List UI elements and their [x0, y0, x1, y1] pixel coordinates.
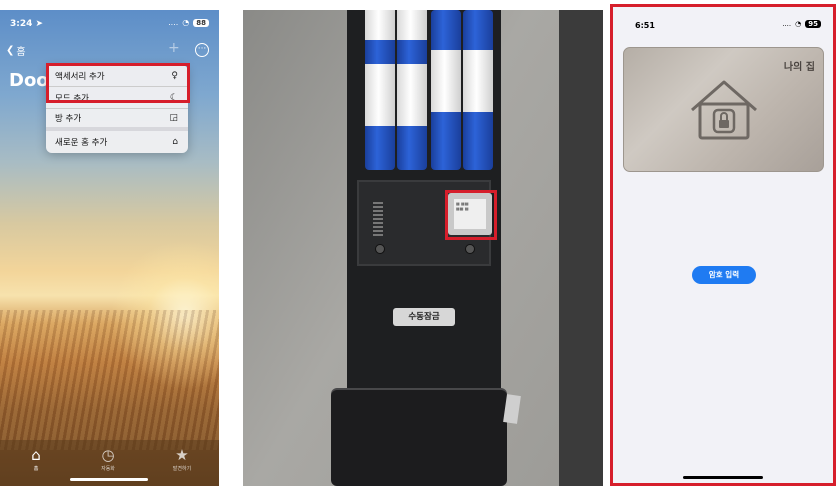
- home-app-panel: 3:24 ➤ .... ◔ 88 ❮ 홈 + ··· Doo 액세서리 추가 ♀…: [0, 10, 219, 486]
- home-indicator: [683, 476, 763, 479]
- house-icon: [691, 80, 757, 140]
- tape: [503, 394, 521, 424]
- house-icon: ⌂: [172, 137, 178, 147]
- menu-item-add-home[interactable]: 새로운 홈 추가 ⌂: [46, 131, 188, 153]
- signal-icon: ....: [782, 20, 792, 28]
- highlight-box: [445, 190, 497, 240]
- star-icon: ★: [175, 446, 189, 464]
- battery-cell: [397, 10, 427, 170]
- screw: [375, 244, 385, 254]
- manual-lock-button[interactable]: 수동잠금: [393, 308, 455, 326]
- more-options-button[interactable]: ···: [195, 43, 209, 57]
- door-handle: [331, 390, 507, 486]
- battery-indicator: 88: [193, 18, 209, 27]
- page-title: Doo: [9, 70, 49, 91]
- menu-item-add-room[interactable]: 방 추가 ◲: [46, 109, 188, 131]
- battery-cell: [463, 10, 493, 170]
- add-button[interactable]: +: [168, 40, 180, 56]
- tab-home[interactable]: ⌂ 홈: [16, 446, 56, 472]
- battery-indicator: 95: [805, 20, 821, 28]
- back-label: 홈: [16, 47, 26, 58]
- status-icons: .... ◔ 88: [168, 18, 209, 27]
- house-icon: ⌂: [31, 446, 41, 464]
- status-time: 3:24 ➤: [10, 19, 44, 29]
- home-key-card[interactable]: 나의 집: [623, 47, 824, 172]
- tab-discover[interactable]: ★ 발견하기: [162, 446, 202, 472]
- tab-automation[interactable]: ◷ 자동화: [88, 446, 128, 472]
- clock-icon: ◷: [101, 446, 115, 464]
- wheat-field-background: [0, 310, 219, 450]
- back-button[interactable]: ❮ 홈: [6, 43, 26, 58]
- wifi-icon: ◔: [795, 20, 802, 28]
- chevron-left-icon: ❮: [6, 45, 15, 56]
- signal-icon: ....: [168, 18, 179, 27]
- status-icons: .... ◔ 95: [782, 20, 821, 28]
- door-lock-photo: ▦ ▦▦ ▦▦ ▦ 수동잠금: [243, 10, 603, 486]
- card-name: 나의 집: [783, 62, 815, 73]
- home-key-panel: 6:51 .... ◔ 95 나의 집 암호 입력: [610, 4, 836, 486]
- battery-cell: [365, 10, 395, 170]
- connector-pins: [373, 202, 383, 236]
- screw: [465, 244, 475, 254]
- enter-password-button[interactable]: 암호 입력: [692, 266, 756, 284]
- wifi-icon: ◔: [182, 18, 190, 27]
- status-time: 6:51: [635, 21, 655, 30]
- room-icon: ◲: [169, 113, 178, 123]
- highlight-box: [46, 63, 190, 103]
- door-frame: [559, 10, 603, 486]
- home-indicator: [70, 478, 148, 481]
- battery-cell: [431, 10, 461, 170]
